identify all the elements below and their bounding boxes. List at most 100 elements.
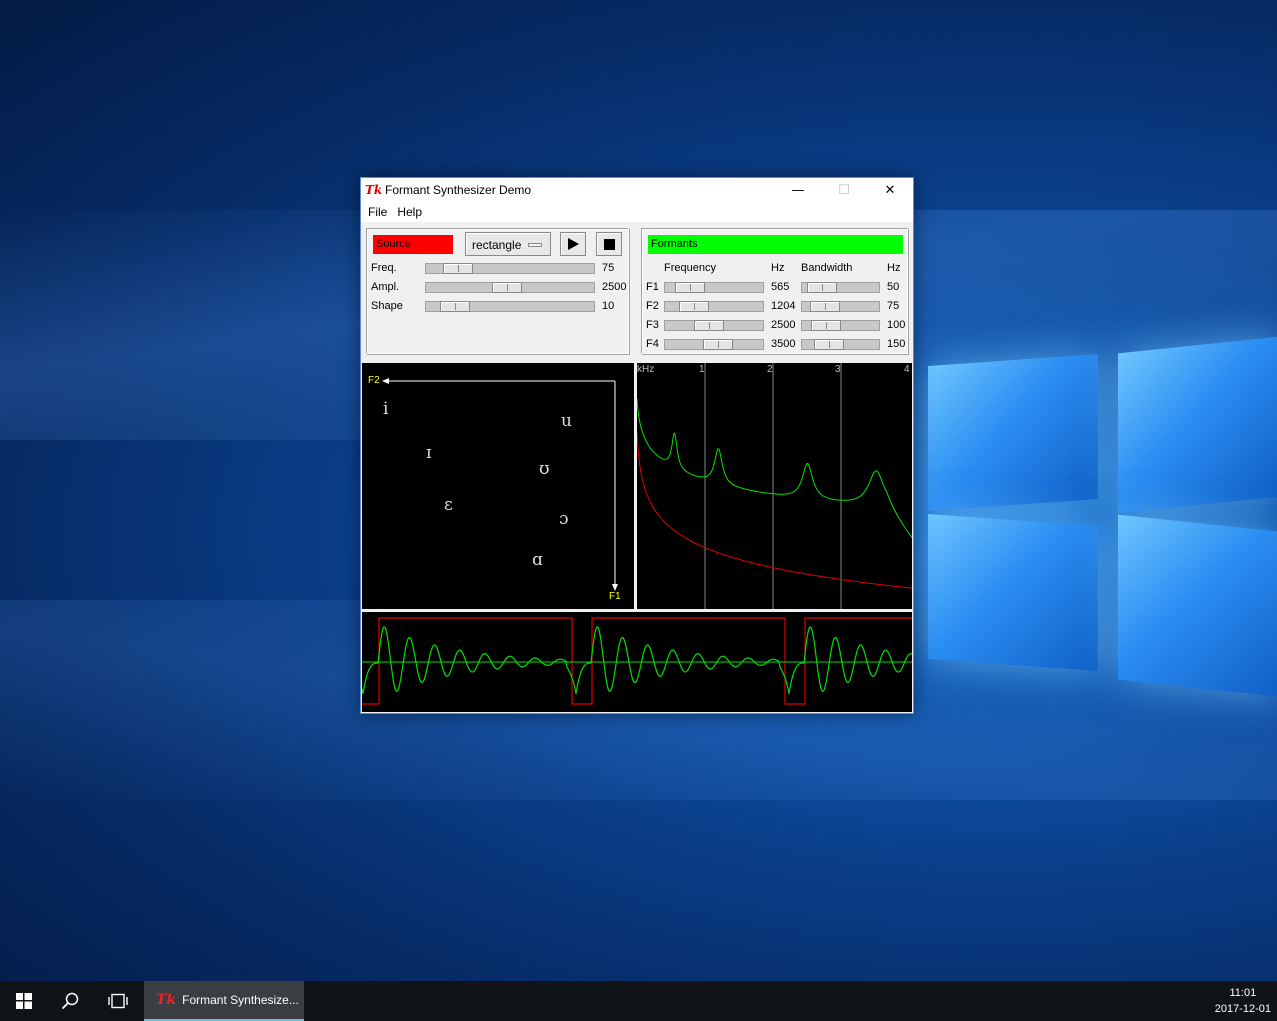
- waveform-value: rectangle: [472, 238, 522, 252]
- windows-logo-wallpaper: [920, 325, 1277, 705]
- vowel-open-e[interactable]: ɛ: [444, 495, 453, 515]
- task-view-button[interactable]: [94, 981, 142, 1021]
- waveform-canvas: [362, 612, 912, 712]
- clock-time: 11:01: [1229, 987, 1257, 999]
- tk-logo-icon: Tk: [365, 183, 383, 197]
- freq-value: 75: [602, 262, 615, 274]
- source-label: Source: [373, 235, 453, 254]
- f2-bandwidth-slider[interactable]: [801, 301, 880, 312]
- vowel-u[interactable]: u: [561, 411, 572, 431]
- f3-bandwidth-value: 100: [887, 319, 906, 331]
- f3-bandwidth-slider[interactable]: [801, 320, 880, 331]
- vowel-axes: [382, 378, 618, 591]
- frequency-header: Frequency: [664, 262, 716, 274]
- tick-4-label: 4: [904, 364, 910, 375]
- freq-slider-thumb[interactable]: [443, 263, 473, 274]
- shape-slider-thumb[interactable]: [440, 301, 470, 312]
- spectrum-canvas: kHz 1 2 3 4: [637, 363, 912, 609]
- vowel-near-close-i[interactable]: ɪ: [426, 443, 431, 463]
- f2-bandwidth-slider-thumb[interactable]: [810, 301, 840, 312]
- ampl-slider[interactable]: [425, 282, 595, 293]
- menu-file[interactable]: File: [363, 205, 392, 219]
- f1-axis-label: F1: [609, 591, 621, 602]
- play-button[interactable]: [560, 232, 586, 256]
- vowel-near-close-u[interactable]: ʊ: [539, 459, 550, 479]
- windows-start-icon: [16, 993, 32, 1009]
- frequency-unit-header: Hz: [771, 262, 785, 274]
- vowel-i[interactable]: i: [383, 399, 388, 419]
- tick-1-label: 1: [699, 364, 705, 375]
- vowel-chart-canvas[interactable]: F2 F1 i u ɪ ʊ ɛ ɔ ɑ: [362, 363, 634, 609]
- f4-bandwidth-slider-thumb[interactable]: [814, 339, 844, 350]
- f1-bandwidth-slider[interactable]: [801, 282, 880, 293]
- task-view-icon: [108, 993, 128, 1009]
- vowel-open-o[interactable]: ɔ: [559, 509, 569, 529]
- f3-label: F3: [646, 319, 659, 331]
- tk-app-icon: Tk: [156, 992, 177, 1008]
- bandwidth-unit-header: Hz: [887, 262, 901, 274]
- f1-bandwidth-slider-thumb[interactable]: [807, 282, 837, 293]
- menubutton-indicator-icon: [528, 243, 542, 247]
- source-panel: Source rectangle Freq. 75 Ampl. 2500 Shape 10: [366, 228, 629, 354]
- f3-frequency-value: 2500: [771, 319, 796, 331]
- f2-bandwidth-value: 75: [887, 300, 900, 312]
- f1-label: F1: [646, 281, 659, 293]
- taskbar-app-formant-synthesizer[interactable]: Tk Formant Synthesize...: [144, 981, 304, 1021]
- f1-frequency-slider-thumb[interactable]: [675, 282, 705, 293]
- search-button[interactable]: [46, 981, 94, 1021]
- stop-icon: [603, 238, 615, 250]
- start-button[interactable]: [0, 981, 48, 1021]
- window-title: Formant Synthesizer Demo: [385, 183, 532, 197]
- f4-frequency-slider[interactable]: [664, 339, 764, 350]
- spectrum-plot: [637, 363, 912, 609]
- f3-frequency-slider[interactable]: [664, 320, 764, 331]
- freq-label: Freq.: [371, 262, 397, 274]
- search-icon: [61, 992, 79, 1010]
- clock-date: 2017-12-01: [1214, 1003, 1271, 1015]
- taskbar: Tk Formant Synthesize... 11:01 2017-12-0…: [0, 981, 1277, 1021]
- formant-synthesizer-window: Tk Formant Synthesizer Demo — ☐ ✕ File H…: [360, 177, 914, 714]
- formant-envelope-curve: [637, 398, 912, 538]
- shape-label: Shape: [371, 300, 403, 312]
- tick-3-label: 3: [835, 364, 841, 375]
- ampl-slider-thumb[interactable]: [492, 282, 522, 293]
- minimize-button[interactable]: —: [775, 178, 821, 202]
- ampl-value: 2500: [602, 281, 627, 293]
- close-button[interactable]: ✕: [867, 178, 913, 202]
- f4-bandwidth-value: 150: [887, 338, 906, 350]
- menu-help[interactable]: Help: [392, 205, 427, 219]
- f4-bandwidth-slider[interactable]: [801, 339, 880, 350]
- f1-frequency-slider[interactable]: [664, 282, 764, 293]
- output-waveform-line: [362, 626, 912, 694]
- system-clock[interactable]: 11:01 2017-12-01: [1215, 985, 1271, 1017]
- formants-panel: Formants Frequency Hz Bandwidth Hz F1 565…: [641, 228, 908, 354]
- shape-slider[interactable]: [425, 301, 595, 312]
- title-bar[interactable]: Tk Formant Synthesizer Demo — ☐ ✕: [361, 178, 913, 202]
- menu-bar: File Help: [361, 202, 913, 222]
- ampl-label: Ampl.: [371, 281, 400, 293]
- maximize-button[interactable]: ☐: [821, 178, 867, 202]
- f2-axis-label: F2: [368, 375, 380, 386]
- vowel-open-a[interactable]: ɑ: [532, 550, 543, 570]
- f2-frequency-slider-thumb[interactable]: [679, 301, 709, 312]
- stop-button[interactable]: [596, 232, 622, 256]
- f4-label: F4: [646, 338, 659, 350]
- tick-2-label: 2: [767, 364, 773, 375]
- f2-frequency-slider[interactable]: [664, 301, 764, 312]
- f4-frequency-value: 3500: [771, 338, 796, 350]
- f3-bandwidth-slider-thumb[interactable]: [811, 320, 841, 331]
- bandwidth-header: Bandwidth: [801, 262, 853, 274]
- f1-frequency-value: 565: [771, 281, 790, 293]
- formants-label: Formants: [648, 235, 903, 254]
- shape-value: 10: [602, 300, 615, 312]
- taskbar-app-label: Formant Synthesize...: [182, 993, 299, 1007]
- waveform-menubutton[interactable]: rectangle: [465, 232, 551, 256]
- khz-unit-label: kHz: [637, 364, 655, 375]
- f4-frequency-slider-thumb[interactable]: [703, 339, 733, 350]
- f2-label: F2: [646, 300, 659, 312]
- f1-bandwidth-value: 50: [887, 281, 900, 293]
- freq-slider[interactable]: [425, 263, 595, 274]
- f2-frequency-value: 1204: [771, 300, 796, 312]
- play-icon: [567, 238, 579, 250]
- f3-frequency-slider-thumb[interactable]: [694, 320, 724, 331]
